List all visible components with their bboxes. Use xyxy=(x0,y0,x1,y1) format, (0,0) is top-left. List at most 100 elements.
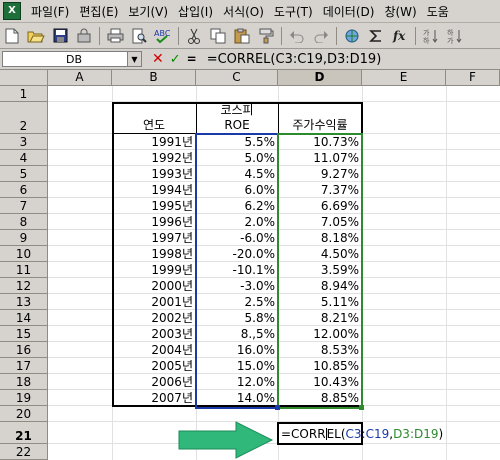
year-cell[interactable]: 2000년 xyxy=(112,279,196,293)
save-icon[interactable] xyxy=(50,26,70,46)
sort-descending-icon[interactable]: 하가 xyxy=(445,26,465,46)
insert-function-equals-button[interactable]: = xyxy=(187,52,197,66)
year-cell[interactable]: 2003년 xyxy=(112,327,196,341)
year-cell[interactable]: 1997년 xyxy=(112,231,196,245)
header-roe-line1[interactable]: 코스피 xyxy=(196,103,278,117)
row-header-13[interactable]: 13 xyxy=(0,294,48,310)
function-icon[interactable]: fx xyxy=(390,26,410,46)
roe-cell[interactable]: 4.5% xyxy=(196,167,278,181)
roe-cell[interactable]: 2.5% xyxy=(196,295,278,309)
menu-window[interactable]: 창(W) xyxy=(379,3,421,20)
return-cell[interactable]: 7.37% xyxy=(278,183,362,197)
column-header-b[interactable]: B xyxy=(112,70,196,86)
return-cell[interactable]: 10.73% xyxy=(278,135,362,149)
return-cell[interactable]: 3.59% xyxy=(278,263,362,277)
year-cell[interactable]: 1993년 xyxy=(112,167,196,181)
header-roe-line2[interactable]: ROE xyxy=(196,118,278,132)
return-cell[interactable]: 10.43% xyxy=(278,375,362,389)
menu-insert[interactable]: 삽입(I) xyxy=(173,3,218,20)
menu-format[interactable]: 서식(O) xyxy=(218,3,269,20)
year-cell[interactable]: 2002년 xyxy=(112,311,196,325)
roe-cell[interactable]: 15.0% xyxy=(196,359,278,373)
return-cell[interactable]: 9.27% xyxy=(278,167,362,181)
year-cell[interactable]: 1992년 xyxy=(112,151,196,165)
name-box[interactable]: DB ▼ xyxy=(2,51,142,67)
roe-cell[interactable]: 5.0% xyxy=(196,151,278,165)
select-all-corner[interactable] xyxy=(0,70,48,86)
row-header-14[interactable]: 14 xyxy=(0,310,48,326)
format-painter-icon[interactable] xyxy=(256,26,276,46)
return-cell[interactable]: 8.18% xyxy=(278,231,362,245)
row-header-17[interactable]: 17 xyxy=(0,358,48,374)
row-header-8[interactable]: 8 xyxy=(0,214,48,230)
return-cell[interactable]: 6.69% xyxy=(278,199,362,213)
menu-file[interactable]: 파일(F) xyxy=(26,3,74,20)
autosum-icon[interactable] xyxy=(366,26,386,46)
print-preview-icon[interactable] xyxy=(129,26,149,46)
roe-cell[interactable]: 14.0% xyxy=(196,391,278,405)
return-cell[interactable]: 8.94% xyxy=(278,279,362,293)
roe-cell[interactable]: -6.0% xyxy=(196,231,278,245)
menu-edit[interactable]: 편집(E) xyxy=(74,3,123,20)
menu-view[interactable]: 보기(V) xyxy=(123,3,173,20)
copy-icon[interactable] xyxy=(208,26,228,46)
enter-check-icon[interactable]: ✓ xyxy=(170,52,181,67)
row-header-11[interactable]: 11 xyxy=(0,262,48,278)
menu-help[interactable]: 도움 xyxy=(422,3,454,20)
year-cell[interactable]: 2004년 xyxy=(112,343,196,357)
roe-cell[interactable]: 2.0% xyxy=(196,215,278,229)
roe-cell[interactable]: 5.5% xyxy=(196,135,278,149)
year-cell[interactable]: 1991년 xyxy=(112,135,196,149)
menu-data[interactable]: 데이터(D) xyxy=(318,3,380,20)
row-header-5[interactable]: 5 xyxy=(0,166,48,182)
year-cell[interactable]: 1998년 xyxy=(112,247,196,261)
year-cell[interactable]: 2007년 xyxy=(112,391,196,405)
row-header-22[interactable]: 22 xyxy=(0,444,48,460)
column-header-f[interactable]: F xyxy=(446,70,500,86)
roe-cell[interactable]: 8.,5% xyxy=(196,327,278,341)
spelling-icon[interactable]: ABC xyxy=(153,26,173,46)
row-header-12[interactable]: 12 xyxy=(0,278,48,294)
cut-icon[interactable] xyxy=(184,26,204,46)
return-cell[interactable]: 5.11% xyxy=(278,295,362,309)
row-header-21[interactable]: 21 xyxy=(0,422,48,444)
permission-icon[interactable] xyxy=(74,26,94,46)
roe-cell[interactable]: 12.0% xyxy=(196,375,278,389)
formula-input[interactable]: =CORREL(C3:C19,D3:D19) xyxy=(207,52,382,67)
row-header-4[interactable]: 4 xyxy=(0,150,48,166)
year-cell[interactable]: 2005년 xyxy=(112,359,196,373)
roe-cell[interactable]: 6.0% xyxy=(196,183,278,197)
row-header-19[interactable]: 19 xyxy=(0,390,48,406)
cancel-icon[interactable]: ✕ xyxy=(152,51,164,67)
row-header-2[interactable]: 2 xyxy=(0,102,48,134)
roe-cell[interactable]: -3.0% xyxy=(196,279,278,293)
year-cell[interactable]: 1994년 xyxy=(112,183,196,197)
header-return[interactable]: 주가수익률 xyxy=(278,118,362,132)
paste-icon[interactable] xyxy=(232,26,252,46)
return-cell[interactable]: 8.53% xyxy=(278,343,362,357)
roe-cell[interactable]: 16.0% xyxy=(196,343,278,357)
undo-icon[interactable] xyxy=(287,26,307,46)
year-cell[interactable]: 2001년 xyxy=(112,295,196,309)
excel-app-icon[interactable]: X xyxy=(3,2,21,20)
header-year[interactable]: 연도 xyxy=(112,118,196,132)
row-header-3[interactable]: 3 xyxy=(0,134,48,150)
return-cell[interactable]: 7.05% xyxy=(278,215,362,229)
return-cell[interactable]: 12.00% xyxy=(278,327,362,341)
row-header-16[interactable]: 16 xyxy=(0,342,48,358)
row-header-15[interactable]: 15 xyxy=(0,326,48,342)
chevron-down-icon[interactable]: ▼ xyxy=(127,52,141,66)
column-header-d[interactable]: D xyxy=(278,70,362,86)
active-cell-formula[interactable]: =CORREL(C3:C19,D3:D19) xyxy=(281,427,481,441)
return-cell[interactable]: 8.85% xyxy=(278,391,362,405)
open-icon[interactable] xyxy=(26,26,46,46)
menu-tools[interactable]: 도구(T) xyxy=(269,3,318,20)
print-icon[interactable] xyxy=(105,26,125,46)
return-cell[interactable]: 8.21% xyxy=(278,311,362,325)
row-header-10[interactable]: 10 xyxy=(0,246,48,262)
column-header-a[interactable]: A xyxy=(48,70,112,86)
roe-cell[interactable]: -20.0% xyxy=(196,247,278,261)
column-header-c[interactable]: C xyxy=(196,70,278,86)
hyperlink-icon[interactable] xyxy=(342,26,362,46)
roe-cell[interactable]: 5.8% xyxy=(196,311,278,325)
